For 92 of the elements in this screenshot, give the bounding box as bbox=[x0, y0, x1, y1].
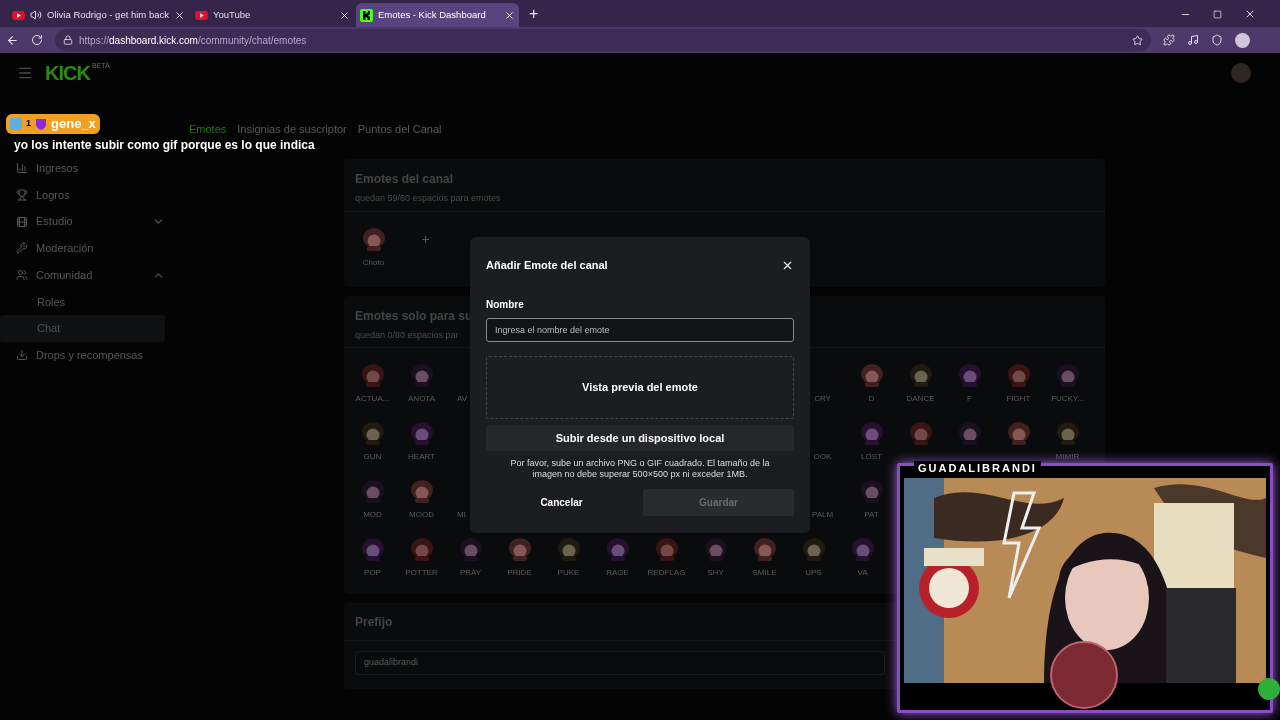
sidebar-item[interactable]: Drops y recompensas bbox=[0, 341, 175, 369]
emote-name: MOD bbox=[363, 509, 382, 521]
sidebar-item[interactable]: Comunidad bbox=[0, 261, 175, 289]
sidebar-subitem[interactable]: Roles bbox=[0, 288, 165, 316]
section-tab[interactable]: Emotes bbox=[189, 120, 227, 138]
card-title: Emotes del canal bbox=[355, 171, 454, 188]
reload-icon[interactable] bbox=[31, 34, 43, 46]
emote-name: MI bbox=[457, 509, 466, 521]
emote-name: Choto bbox=[362, 257, 385, 269]
add-emote-button[interactable]: + bbox=[401, 226, 450, 250]
emote-name: VA bbox=[857, 567, 868, 579]
emote-name: PRAY bbox=[459, 567, 482, 579]
back-icon[interactable] bbox=[6, 33, 19, 47]
url-text: https://dashboard.kick.com/community/chat/emotes bbox=[79, 33, 307, 48]
chat-username: gene_x bbox=[51, 115, 96, 134]
emote-name: F bbox=[967, 393, 972, 405]
play-logo-icon bbox=[12, 10, 25, 20]
emote-name: SMILE bbox=[752, 567, 777, 579]
field-label: Nombre bbox=[486, 298, 525, 312]
section-tab[interactable]: Puntos del Canal bbox=[357, 120, 442, 138]
section-tab[interactable]: Insignias de suscriptor bbox=[237, 120, 347, 138]
emote-name: RAGE bbox=[606, 567, 629, 579]
emote-name: PALM bbox=[811, 509, 834, 521]
sidebar-item[interactable]: Moderación bbox=[0, 235, 175, 262]
emote-name: MOOD bbox=[409, 509, 434, 521]
address-bar[interactable]: https://dashboard.kick.com/community/chat/emotes bbox=[55, 29, 1151, 51]
download-icon bbox=[16, 349, 28, 362]
emote-name: PRIDE bbox=[507, 567, 532, 579]
close-icon[interactable] bbox=[1244, 8, 1256, 20]
emote-name: CRY bbox=[814, 393, 831, 405]
emote-name-field[interactable]: Ingresa el nombre del emote bbox=[486, 318, 794, 342]
k-logo-icon bbox=[359, 8, 373, 22]
emote-name: MIMIR bbox=[1055, 451, 1080, 463]
emote-name: HEART bbox=[408, 451, 435, 463]
play-logo-icon bbox=[194, 10, 208, 20]
emote-name: REDFLAG bbox=[647, 567, 686, 579]
wrench-icon bbox=[16, 242, 28, 255]
emote-name: SHY bbox=[707, 567, 724, 579]
emote-name: PUKE bbox=[557, 567, 580, 579]
maximize-icon[interactable] bbox=[1213, 9, 1222, 19]
emote-name: GUN bbox=[363, 451, 382, 463]
sidebar-item[interactable]: Logros bbox=[0, 181, 175, 209]
emote-name: POTTER bbox=[405, 567, 438, 579]
upload-button[interactable]: Subir desde un dispositivo local bbox=[486, 425, 794, 451]
emote-name: FUCKY... bbox=[1051, 393, 1084, 405]
emote-name: AV bbox=[457, 393, 468, 405]
dialog-title: Añadir Emote del canal bbox=[486, 257, 608, 273]
new-tab-button[interactable]: + bbox=[520, 3, 547, 27]
emote-name: D bbox=[868, 393, 875, 405]
preview-text: Vista previa del emote bbox=[582, 380, 698, 396]
users-icon bbox=[16, 269, 28, 282]
music-icon[interactable] bbox=[1187, 34, 1199, 46]
shield-icon[interactable] bbox=[1211, 34, 1223, 46]
streamer-name: GUADALIBRANDI bbox=[914, 461, 1041, 475]
emote-name: LOST bbox=[861, 451, 882, 463]
emote-name: DANCE bbox=[906, 393, 935, 405]
emote-name: ANOTA bbox=[408, 393, 435, 405]
lock-icon bbox=[63, 35, 73, 45]
emote-name: PAT bbox=[864, 509, 879, 521]
emote-name: POP bbox=[364, 567, 381, 579]
favorite-icon[interactable] bbox=[1132, 34, 1143, 46]
chart-icon bbox=[16, 162, 28, 175]
speaker-icon[interactable] bbox=[30, 9, 42, 21]
badge-count: 1 bbox=[26, 117, 31, 131]
upload-help-text: Por favor, sube un archivo PNG o GIF cuadrado. El tamaño de la imagen no debe superar 500×500 px ni exceder 1MB. bbox=[509, 458, 771, 480]
extensions-icon[interactable] bbox=[1163, 34, 1175, 46]
profile-avatar[interactable] bbox=[1235, 32, 1250, 48]
tab-title: YouTube bbox=[212, 7, 252, 22]
prefix-field[interactable]: guadalibrandi bbox=[355, 651, 885, 675]
emote-name: ACTUA... bbox=[355, 393, 390, 405]
chat-message: yo los intente subir como gif porque es lo que indica bbox=[13, 137, 315, 154]
trophy-icon bbox=[16, 189, 28, 202]
browser-tab[interactable]: Olivia Rodrigo - get him back bbox=[8, 3, 189, 27]
cancel-button[interactable]: Cancelar bbox=[486, 489, 637, 516]
emote-name: UPS bbox=[805, 567, 822, 579]
tab-title: Emotes - Kick Dashboard bbox=[377, 7, 487, 22]
close-icon[interactable] bbox=[338, 9, 350, 21]
logo[interactable]: KICK bbox=[45, 63, 90, 83]
sidebar-subitem[interactable]: Chat bbox=[0, 315, 165, 342]
browser-tab[interactable]: YouTube bbox=[190, 3, 354, 27]
close-icon[interactable] bbox=[173, 9, 185, 21]
film-icon bbox=[16, 215, 28, 228]
sidebar-item[interactable]: Estudio bbox=[0, 208, 175, 236]
emote-name: OOK bbox=[813, 451, 832, 463]
sidebar-item[interactable]: Ingresos bbox=[0, 155, 175, 182]
emote-name: FIGHT bbox=[1006, 393, 1031, 405]
tab-title: Olivia Rodrigo - get him back bbox=[47, 7, 169, 22]
browser-tab[interactable]: Emotes - Kick Dashboard bbox=[355, 3, 519, 27]
close-icon[interactable] bbox=[503, 9, 515, 21]
card-title: Prefijo bbox=[355, 613, 393, 631]
shield-badge-icon bbox=[35, 118, 47, 130]
picture-badge-icon bbox=[10, 118, 22, 130]
